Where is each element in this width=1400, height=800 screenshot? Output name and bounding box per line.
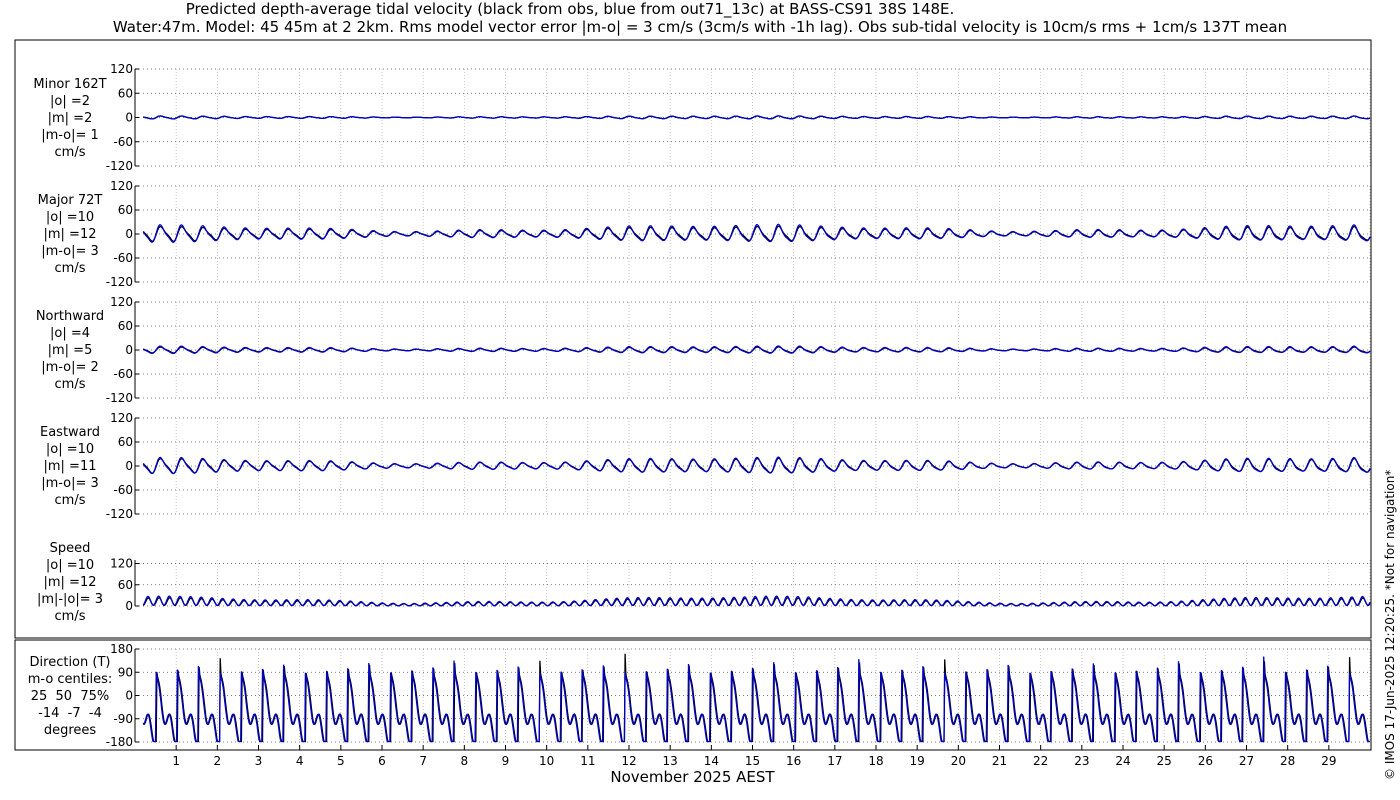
y-tick-label: 0 [125, 227, 133, 241]
panel-label-line: cm/s [54, 493, 86, 508]
panel-label-line: cm/s [54, 261, 86, 276]
x-tick-label: 27 [1239, 754, 1254, 768]
panel-label: Eastward |o| =10 |m| =11 |m-o|= 3 cm/s [15, 424, 125, 509]
series-model-line [143, 115, 1371, 120]
x-tick-label: 5 [337, 754, 345, 768]
panel-label-line: Major 72T [37, 193, 103, 208]
panel-label-line: |m| =2 [47, 111, 93, 126]
x-tick-label: 6 [378, 754, 386, 768]
y-tick-label: 120 [110, 179, 133, 193]
panel-label-line: |m|-|o|= 3 [36, 592, 104, 607]
panel-label-line: m-o centiles: [27, 672, 113, 687]
x-tick-label: 13 [663, 754, 678, 768]
panel-label-line: |m-o|= 1 [41, 128, 99, 143]
series-model-line [142, 595, 1371, 607]
copyright-notice: © IMOS 17-Jun-2025 12:20:25. *Not for na… [1383, 469, 1397, 780]
panel-label-line: |o| =10 [45, 558, 95, 573]
panel-label-line: |o| =2 [49, 94, 90, 109]
panel-label-line: |m-o|= 3 [41, 476, 99, 491]
panel-label-line: |o| =10 [45, 210, 95, 225]
upper-frame [14, 39, 1372, 639]
x-tick-label: 20 [951, 754, 966, 768]
x-tick-label: 15 [745, 754, 760, 768]
x-tick-label: 18 [868, 754, 883, 768]
panel-label-line: |o| =4 [49, 326, 90, 341]
x-tick-label: 2 [214, 754, 222, 768]
x-tick-label: 29 [1321, 754, 1336, 768]
y-tick-label: -120 [106, 275, 133, 289]
panel-label-line: cm/s [54, 377, 86, 392]
panel-label-line: 25 50 75% [30, 689, 110, 704]
panel-label-line: cm/s [54, 145, 86, 160]
panel-label-line: |o| =10 [45, 442, 95, 457]
x-tick-label: 11 [580, 754, 595, 768]
panel-label-line: Northward [35, 309, 105, 324]
x-tick-label: 10 [539, 754, 554, 768]
x-tick-label: 12 [621, 754, 636, 768]
x-tick-label: 4 [296, 754, 304, 768]
x-tick-label: 26 [1198, 754, 1213, 768]
x-tick-label: 7 [419, 754, 427, 768]
panel-label: Speed |o| =10 |m| =12 |m|-|o|= 3 cm/s [15, 540, 125, 625]
x-tick-label: 19 [910, 754, 925, 768]
y-tick-label: 0 [125, 689, 133, 703]
panel-label-line: |m| =5 [47, 343, 93, 358]
panel-label-line: cm/s [54, 609, 86, 624]
x-tick-label: 22 [1033, 754, 1048, 768]
panel-label-line: |m-o|= 3 [41, 244, 99, 259]
y-tick-label: 0 [125, 111, 133, 125]
panel-label: Major 72T |o| =10 |m| =12 |m-o|= 3 cm/s [15, 192, 125, 277]
x-tick-label: 21 [992, 754, 1007, 768]
panel-label-line: |m| =12 [43, 227, 97, 242]
panel-label-line: Direction (T) [29, 655, 111, 670]
panel-label-line: -14 -7 -4 [38, 706, 102, 721]
x-tick-label: 9 [502, 754, 510, 768]
x-tick-label: 28 [1280, 754, 1295, 768]
panel-label: Minor 162T |o| =2 |m| =2 |m-o|= 1 cm/s [15, 76, 125, 161]
y-tick-label: 120 [110, 411, 133, 425]
x-tick-label: 24 [1115, 754, 1130, 768]
panel-label-line: |m-o|= 2 [41, 360, 99, 375]
panel-label-line: |m| =11 [43, 459, 97, 474]
panel-label-line: degrees [43, 723, 97, 738]
x-tick-label: 3 [255, 754, 263, 768]
x-axis-label: November 2025 AEST [610, 768, 775, 786]
y-tick-label: 120 [110, 62, 133, 76]
y-tick-label: -120 [106, 391, 133, 405]
x-tick-label: 17 [827, 754, 842, 768]
x-tick-label: 8 [461, 754, 469, 768]
x-tick-label: 14 [704, 754, 719, 768]
chart-svg: 120600-60-120120600-60-120120600-60-1201… [14, 39, 1372, 768]
panel-label-line: Minor 162T [33, 77, 107, 92]
y-tick-label: 0 [125, 343, 133, 357]
panel-label-line: |m| =12 [43, 575, 97, 590]
x-tick-label: 23 [1074, 754, 1089, 768]
y-tick-label: 120 [110, 295, 133, 309]
x-tick-label: 16 [786, 754, 801, 768]
y-tick-label: -120 [106, 159, 133, 173]
x-tick-label: 1 [172, 754, 180, 768]
y-tick-label: 0 [125, 599, 133, 613]
panel-label-line: Eastward [39, 425, 101, 440]
panel-label-line: Speed [49, 541, 91, 556]
y-tick-label: -120 [106, 507, 133, 521]
y-tick-label: 0 [125, 459, 133, 473]
panel-label: Direction (T) m-o centiles: 25 50 75% -14 -… [15, 654, 125, 739]
panel-label: Northward |o| =4 |m| =5 |m-o|= 2 cm/s [15, 308, 125, 393]
x-tick-label: 25 [1157, 754, 1172, 768]
